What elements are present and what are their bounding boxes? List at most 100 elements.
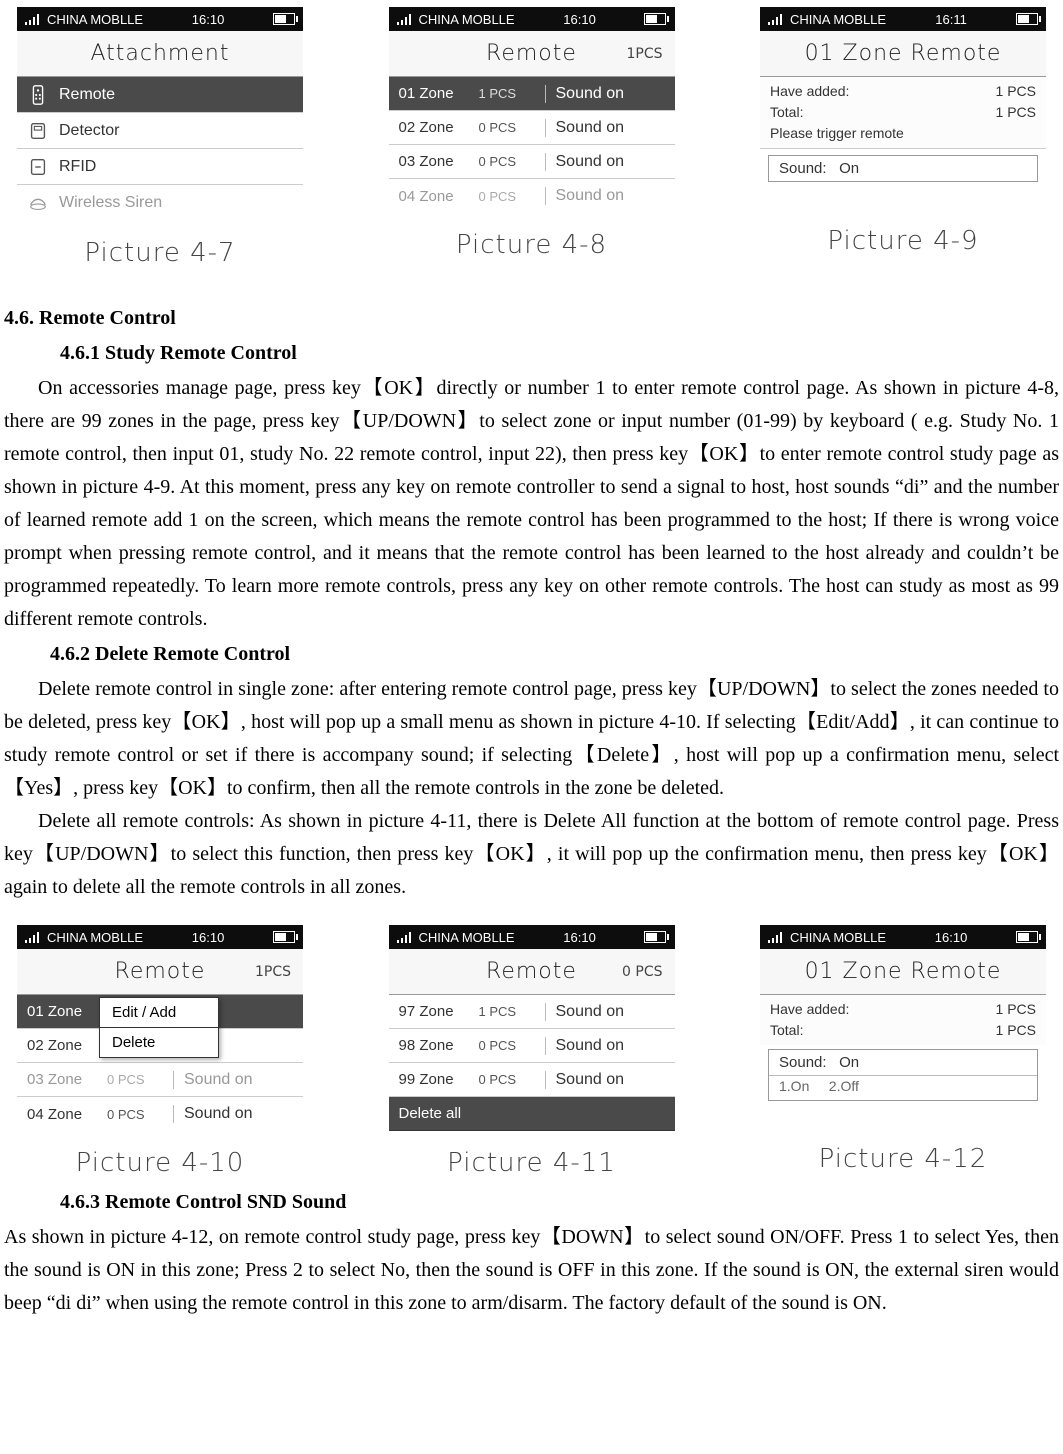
zone-pcs: 0 PCS <box>479 120 545 135</box>
heading-4-6-1: 4.6.1 Study Remote Control <box>60 337 1059 370</box>
paragraph: As shown in picture 4-12, on remote cont… <box>4 1221 1059 1320</box>
battery-icon <box>1016 13 1038 25</box>
screen-title: Remote 1PCS <box>17 949 303 995</box>
status-bar: CHINA MOBLLE 16:10 <box>17 7 303 31</box>
added-label: Have added: <box>770 999 849 1020</box>
time-label: 16:10 <box>935 930 968 945</box>
carrier-label: CHINA MOBLLE <box>790 12 886 27</box>
context-menu-item-edit[interactable]: Edit / Add <box>100 998 218 1027</box>
menu-item-label: Remote <box>59 86 115 104</box>
signal-icon <box>25 931 41 943</box>
figure-caption: Picture 4-10 <box>76 1148 245 1178</box>
added-value: 1 PCS <box>996 999 1036 1020</box>
title-text: Remote <box>115 959 206 984</box>
signal-icon <box>768 931 784 943</box>
total-label: Total: <box>770 102 803 123</box>
zone-name: 01 Zone <box>17 1003 107 1020</box>
status-bar: CHINA MOBLLE 16:11 <box>760 7 1046 31</box>
zone-row[interactable]: 98 Zone 0 PCS Sound on <box>389 1029 675 1063</box>
zone-pcs: 0 PCS <box>107 1072 173 1087</box>
delete-all-row[interactable]: Delete all <box>389 1097 675 1131</box>
zone-pcs: 0 PCS <box>479 154 545 169</box>
title-text: 01 Zone Remote <box>805 41 1002 66</box>
menu-item-rfid[interactable]: RFID <box>17 149 303 185</box>
total-value: 1 PCS <box>996 1020 1036 1041</box>
total-value: 1 PCS <box>996 102 1036 123</box>
menu-item-detector[interactable]: Detector <box>17 113 303 149</box>
zone-name: 99 Zone <box>389 1071 479 1088</box>
heading-4-6: 4.6. Remote Control <box>4 302 1059 335</box>
status-bar: CHINA MOBLLE 16:10 <box>17 925 303 949</box>
menu-item-remote[interactable]: Remote <box>17 77 303 113</box>
sound-label: Sound: <box>779 160 827 177</box>
screen-title: 01 Zone Remote <box>760 949 1046 995</box>
remote-icon <box>27 84 49 106</box>
section-4-6: 4.6. Remote Control 4.6.1 Study Remote C… <box>0 268 1063 904</box>
zone-sound: Sound on <box>173 1105 303 1123</box>
zone-pcs: 0 PCS <box>479 189 545 204</box>
menu-item-label: RFID <box>59 158 96 176</box>
screen-4-12: CHINA MOBLLE 16:10 01 Zone Remote Have a… <box>753 924 1053 1178</box>
section-4-6-3: 4.6.3 Remote Control SND Sound As shown … <box>0 1178 1063 1320</box>
rfid-icon <box>27 156 49 178</box>
battery-icon <box>1016 931 1038 943</box>
sound-value: On <box>839 160 859 177</box>
added-value: 1 PCS <box>996 81 1036 102</box>
status-bar: CHINA MOBLLE 16:10 <box>389 925 675 949</box>
zone-name: 03 Zone <box>389 153 479 170</box>
zone-sound: Sound on <box>545 153 675 171</box>
screen-title: Attachment <box>17 31 303 77</box>
battery-icon <box>273 931 295 943</box>
figure-caption: Picture 4-9 <box>827 226 978 256</box>
time-label: 16:10 <box>563 12 596 27</box>
menu-item-label: Wireless Siren <box>59 194 162 212</box>
zone-name: 04 Zone <box>389 188 479 205</box>
time-label: 16:10 <box>192 930 225 945</box>
zone-pcs: 1 PCS <box>479 1004 545 1019</box>
menu-item-siren[interactable]: Wireless Siren <box>17 185 303 221</box>
time-label: 16:10 <box>563 930 596 945</box>
zone-name: 04 Zone <box>17 1106 107 1123</box>
zone-name: 03 Zone <box>17 1071 107 1088</box>
zone-row[interactable]: 04 Zone 0 PCS Sound on <box>389 179 675 213</box>
context-menu-item-delete[interactable]: Delete <box>100 1027 218 1057</box>
zone-row[interactable]: 01 Zone 1 PCS Sound on <box>389 77 675 111</box>
title-count: 1PCS <box>255 964 291 980</box>
signal-icon <box>397 931 413 943</box>
sound-value: On <box>839 1054 859 1071</box>
zone-row[interactable]: 99 Zone 0 PCS Sound on <box>389 1063 675 1097</box>
screen-4-8: CHINA MOBLLE 16:10 Remote 1PCS 01 Zone 1… <box>382 6 682 268</box>
title-text: Remote <box>486 41 577 66</box>
heading-4-6-2: 4.6.2 Delete Remote Control <box>50 638 1059 671</box>
screens-row-top: CHINA MOBLLE 16:10 Attachment Remote <box>0 0 1063 268</box>
detector-icon <box>27 120 49 142</box>
zone-sound: Sound on <box>545 1003 675 1021</box>
zone-name: 02 Zone <box>17 1037 107 1054</box>
paragraph: Delete remote control in single zone: af… <box>4 673 1059 805</box>
screen-4-10: CHINA MOBLLE 16:10 Remote 1PCS 01 Zone o… <box>10 924 310 1178</box>
zone-row[interactable]: 03 Zone 0 PCS Sound on <box>389 145 675 179</box>
figure-caption: Picture 4-8 <box>456 230 607 260</box>
screen-title: 01 Zone Remote <box>760 31 1046 77</box>
title-text: Attachment <box>91 41 230 66</box>
zone-name: 02 Zone <box>389 119 479 136</box>
zone-sound: Sound on <box>545 85 675 103</box>
zone-sound: Sound on <box>545 1037 675 1055</box>
carrier-label: CHINA MOBLLE <box>47 12 143 27</box>
sound-row[interactable]: Sound: On <box>768 155 1038 182</box>
prompt-text: Please trigger remote <box>770 123 1036 144</box>
screen-4-9: CHINA MOBLLE 16:11 01 Zone Remote Have a… <box>753 6 1053 268</box>
battery-icon <box>644 13 666 25</box>
signal-icon <box>768 13 784 25</box>
total-label: Total: <box>770 1020 803 1041</box>
sound-options[interactable]: 1.On 2.Off <box>769 1075 1037 1100</box>
zone-row[interactable]: 02 Zone 0 PCS Sound on <box>389 111 675 145</box>
screen-title: Remote 0 PCS <box>389 949 675 995</box>
menu-item-label: Detector <box>59 122 119 140</box>
context-menu: Edit / Add Delete <box>99 997 219 1058</box>
zone-row[interactable]: 03 Zone 0 PCS Sound on <box>17 1063 303 1097</box>
sound-row[interactable]: Sound: On <box>769 1050 1037 1075</box>
zone-row[interactable]: 04 Zone 0 PCS Sound on <box>17 1097 303 1131</box>
zone-row[interactable]: 97 Zone 1 PCS Sound on <box>389 995 675 1029</box>
screen-4-11: CHINA MOBLLE 16:10 Remote 0 PCS 97 Zone … <box>382 924 682 1178</box>
